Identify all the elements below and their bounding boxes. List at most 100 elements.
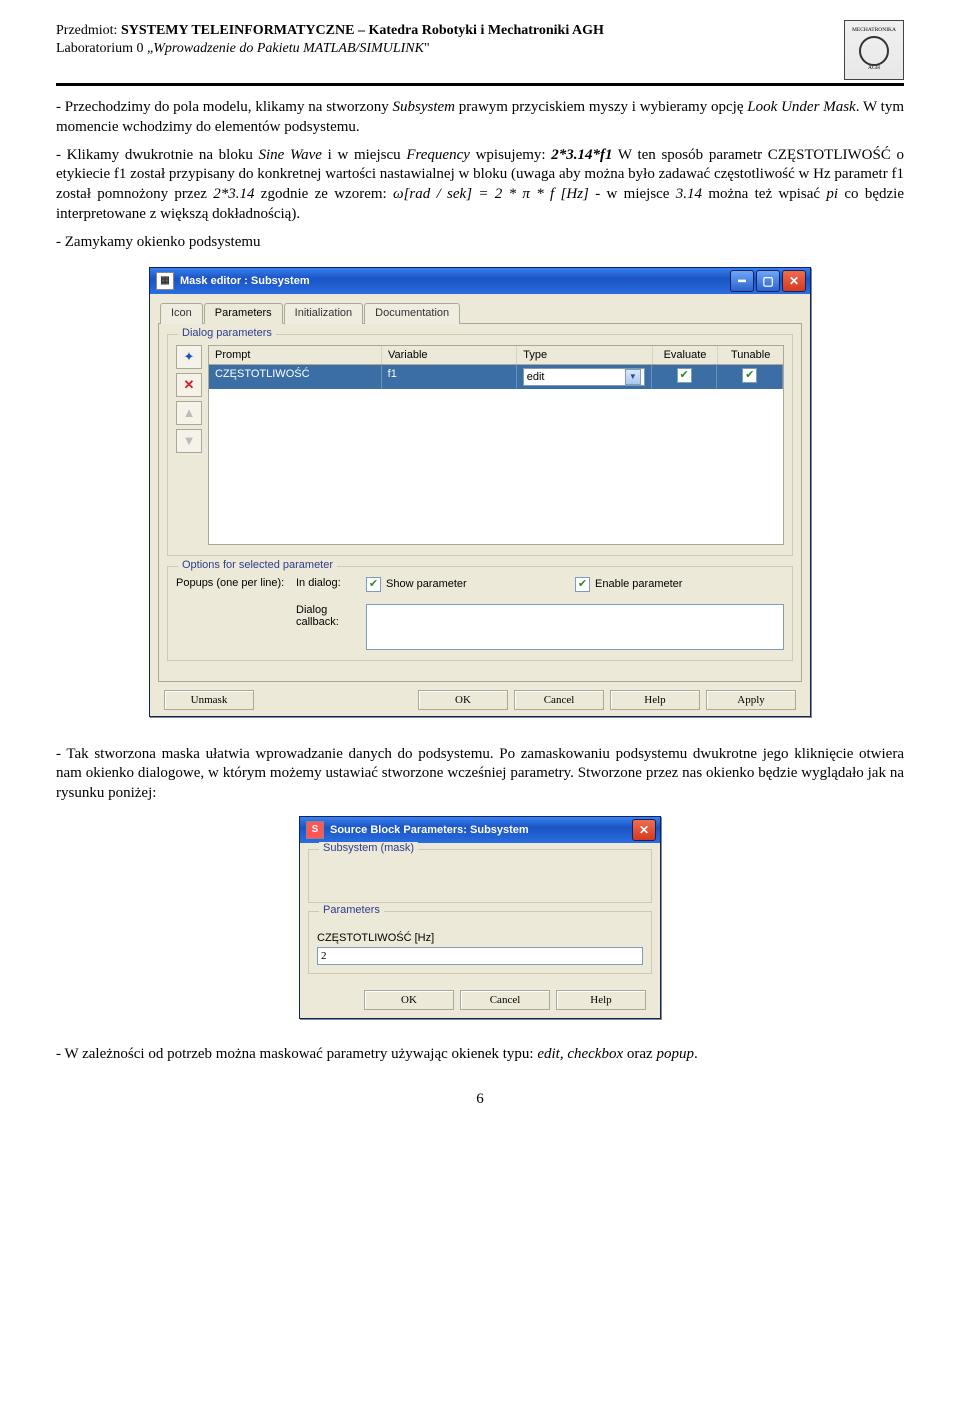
ok-button[interactable]: OK — [418, 690, 508, 710]
paragraph-4: - Tak stworzona maska ułatwia wprowadzan… — [56, 745, 904, 804]
text-ital: 3.14 — [676, 186, 702, 202]
col-prompt: Prompt — [209, 346, 382, 364]
dialog-parameters-legend: Dialog parameters — [178, 327, 276, 339]
header-rule — [56, 83, 904, 86]
header-line2-prefix: Laboratorium 0 „ — [56, 41, 153, 56]
enable-parameter-label: Enable parameter — [595, 578, 682, 590]
window-title: Mask editor : Subsystem — [180, 275, 310, 287]
evaluate-checkbox[interactable]: ✔ — [677, 368, 692, 383]
text-ital: popup — [656, 1046, 694, 1062]
text: wpisujemy: — [470, 147, 551, 163]
logo-top-text: MECHATRONIKA — [852, 28, 896, 34]
paragraph-2: - Klikamy dwukrotnie na bloku Sine Wave … — [56, 146, 904, 225]
type-value: edit — [527, 371, 545, 383]
header-line2-suffix: " — [424, 41, 430, 56]
gear-icon — [859, 36, 889, 66]
window-titlebar[interactable]: S Source Block Parameters: Subsystem ✕ — [300, 817, 660, 843]
subsystem-mask-legend: Subsystem (mask) — [319, 842, 418, 854]
cell-evaluate[interactable]: ✔ — [652, 365, 718, 389]
parameters-group: Parameters CZĘSTOTLIWOŚĆ [Hz] — [308, 911, 652, 974]
text-ital: Look Under Mask — [747, 99, 855, 115]
enable-parameter-checkbox[interactable]: ✔ — [575, 577, 590, 592]
text-ital: 2*3.14 — [213, 186, 254, 202]
show-parameter-label: Show parameter — [386, 578, 467, 590]
header-line1-prefix: Przedmiot: — [56, 23, 121, 38]
dialog-callback-textarea[interactable] — [366, 604, 784, 650]
close-button[interactable]: ✕ — [782, 270, 806, 292]
col-variable: Variable — [382, 346, 517, 364]
paragraph-3: - Zamykamy okienko podsystemu — [56, 233, 904, 253]
add-row-button[interactable]: ✦ — [176, 345, 202, 369]
page-header: Przedmiot: SYSTEMY TELEINFORMATYCZNE – K… — [56, 22, 904, 80]
move-up-button[interactable]: ▲ — [176, 401, 202, 425]
in-dialog-label: In dialog: — [296, 577, 366, 589]
dialog-parameters-group: Dialog parameters ✦ ✕ ▲ ▼ Prompt Variabl… — [167, 334, 793, 556]
mask-editor-window: ▦ Mask editor : Subsystem ━ ▢ ✕ Icon Par… — [149, 267, 811, 717]
paragraph-1: - Przechodzimy do pola modelu, klikamy n… — [56, 98, 904, 138]
tunable-checkbox[interactable]: ✔ — [742, 368, 757, 383]
text: . — [694, 1046, 698, 1062]
move-down-button[interactable]: ▼ — [176, 429, 202, 453]
tab-icon[interactable]: Icon — [160, 303, 203, 324]
app-icon: ▦ — [156, 272, 174, 290]
delete-row-button[interactable]: ✕ — [176, 373, 202, 397]
help-button[interactable]: Help — [556, 990, 646, 1010]
text: - W zależności od potrzeb można maskować… — [56, 1046, 537, 1062]
header-line1-bold: SYSTEMY TELEINFORMATYCZNE – Katedra Robo… — [121, 23, 604, 38]
formula: ω[rad / sek] = 2 * π * f [Hz] — [393, 186, 589, 202]
window-titlebar[interactable]: ▦ Mask editor : Subsystem ━ ▢ ✕ — [150, 268, 810, 294]
close-button[interactable]: ✕ — [632, 819, 656, 841]
text: oraz — [623, 1046, 656, 1062]
cell-prompt[interactable]: CZĘSTOTLIWOŚĆ — [209, 365, 382, 389]
text-ital: Sine Wave — [259, 147, 322, 163]
cancel-button[interactable]: Cancel — [460, 990, 550, 1010]
cancel-button[interactable]: Cancel — [514, 690, 604, 710]
cell-type[interactable]: edit ▼ — [517, 365, 652, 389]
maximize-button[interactable]: ▢ — [756, 270, 780, 292]
text-ital: pi — [826, 186, 838, 202]
show-parameter-checkbox[interactable]: ✔ — [366, 577, 381, 592]
logo-bottom-text: AGH — [868, 66, 880, 72]
apply-button[interactable]: Apply — [706, 690, 796, 710]
parameters-table: Prompt Variable Type Evaluate Tunable CZ… — [208, 345, 784, 545]
parameters-legend: Parameters — [319, 904, 384, 916]
options-legend: Options for selected parameter — [178, 559, 337, 571]
subsystem-mask-group: Subsystem (mask) — [308, 849, 652, 903]
header-line2-ital: Wprowadzenie do Pakietu MATLAB/SIMULINK — [153, 41, 424, 56]
app-icon: S — [306, 821, 324, 839]
source-block-parameters-window: S Source Block Parameters: Subsystem ✕ S… — [299, 816, 661, 1019]
popups-label: Popups (one per line): — [176, 577, 296, 589]
text-ital: Frequency — [406, 147, 470, 163]
minimize-button[interactable]: ━ — [730, 270, 754, 292]
text-boldital: 2*3.14*f1 — [551, 147, 612, 163]
options-group: Options for selected parameter Popups (o… — [167, 566, 793, 661]
unmask-button[interactable]: Unmask — [164, 690, 254, 710]
text: - w miejsce — [589, 186, 676, 202]
help-button[interactable]: Help — [610, 690, 700, 710]
type-combobox[interactable]: edit ▼ — [523, 368, 645, 386]
text: - Przechodzimy do pola modelu, klikamy n… — [56, 99, 393, 115]
text: - Klikamy dwukrotnie na bloku — [56, 147, 259, 163]
tab-documentation[interactable]: Documentation — [364, 303, 460, 324]
param-label: CZĘSTOTLIWOŚĆ [Hz] — [317, 932, 643, 944]
cell-variable[interactable]: f1 — [382, 365, 517, 389]
frequency-input[interactable] — [317, 947, 643, 965]
text-ital: Subsystem — [393, 99, 456, 115]
cell-tunable[interactable]: ✔ — [717, 365, 783, 389]
text: można też wpisać — [702, 186, 826, 202]
ok-button[interactable]: OK — [364, 990, 454, 1010]
chevron-down-icon[interactable]: ▼ — [625, 369, 641, 385]
tab-initialization[interactable]: Initialization — [284, 303, 363, 324]
text-ital: edit, checkbox — [537, 1046, 623, 1062]
logo-mechatronika-agh: MECHATRONIKA AGH — [844, 20, 904, 80]
text: prawym przyciskiem myszy i wybieramy opc… — [455, 99, 747, 115]
col-type: Type — [517, 346, 652, 364]
paragraph-5: - W zależności od potrzeb można maskować… — [56, 1045, 904, 1065]
tab-parameters[interactable]: Parameters — [204, 303, 283, 324]
col-tunable: Tunable — [718, 346, 783, 364]
table-row[interactable]: CZĘSTOTLIWOŚĆ f1 edit ▼ ✔ — [209, 365, 783, 389]
text: zgodnie ze wzorem: — [254, 186, 393, 202]
dialog-callback-label: Dialog callback: — [296, 604, 366, 628]
col-evaluate: Evaluate — [653, 346, 719, 364]
window-title: Source Block Parameters: Subsystem — [330, 824, 529, 836]
